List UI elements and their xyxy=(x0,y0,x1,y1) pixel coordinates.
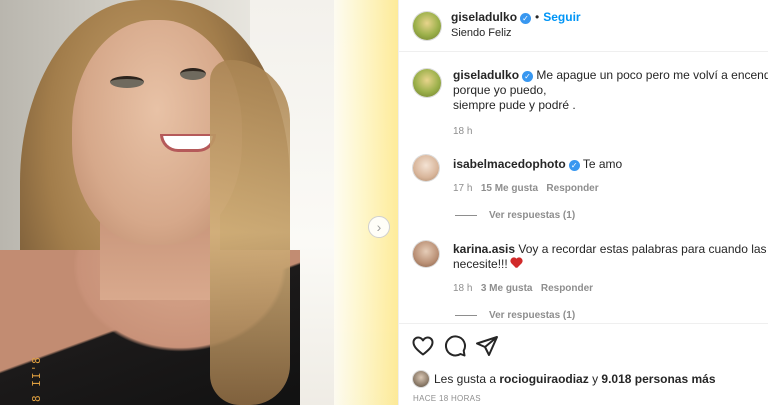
liker-avatar[interactable] xyxy=(413,371,429,387)
caption-time[interactable]: 18 h xyxy=(453,126,472,137)
comment-likes[interactable]: 15 Me gusta xyxy=(481,183,538,194)
view-replies-button[interactable]: Ver respuestas (1) xyxy=(455,310,575,321)
post-actions: Les gusta a rocioguiraodiaz y 9.018 pers… xyxy=(399,323,768,405)
liker-username[interactable]: rocioguiraodiaz xyxy=(499,372,588,386)
photo-light-frame xyxy=(334,0,398,405)
photo-hair-front xyxy=(210,60,290,405)
comment-avatar[interactable] xyxy=(413,241,439,267)
view-replies-label: Ver respuestas (1) xyxy=(489,310,576,321)
post-header: giseladulko ✓ • Seguir Siendo Feliz xyxy=(399,0,768,52)
likes-prefix: Les gusta a xyxy=(434,372,497,386)
comment-2-meta: 18 h 3 Me gusta Responder xyxy=(453,283,593,294)
post-photo[interactable]: 8 II'8 xyxy=(0,0,398,405)
post-time-ago[interactable]: HACE 18 HORAS xyxy=(413,394,481,403)
comment-username[interactable]: karina.asis xyxy=(453,242,515,256)
red-heart-emoji-icon xyxy=(510,258,522,269)
comment-text-line-2: necesite!!! xyxy=(453,257,508,271)
comment-avatar[interactable] xyxy=(413,155,439,181)
author-username[interactable]: giseladulko xyxy=(451,10,517,24)
verified-badge-icon: ✓ xyxy=(520,13,532,24)
caption: giseladulko ✓ Me apague un poco pero me v… xyxy=(453,68,768,113)
comment-likes[interactable]: 3 Me gusta xyxy=(481,283,533,294)
comment-1: isabelmacedophoto ✓ Te amo xyxy=(453,157,622,172)
reply-button[interactable]: Responder xyxy=(541,283,593,294)
comments-scroll-area[interactable]: giseladulko ✓ Me apague un poco pero me v… xyxy=(399,53,768,323)
view-replies-label: Ver respuestas (1) xyxy=(489,210,576,221)
likes-summary: Les gusta a rocioguiraodiaz y 9.018 pers… xyxy=(413,371,716,387)
comment-2: karina.asis Voy a recordar estas palabra… xyxy=(453,242,767,272)
author-row: giseladulko ✓ • Seguir xyxy=(451,10,581,24)
verified-badge-icon: ✓ xyxy=(568,160,580,171)
heart-outline-icon[interactable] xyxy=(411,334,435,358)
comment-icon[interactable] xyxy=(443,334,467,358)
post-side-panel: giseladulko ✓ • Seguir Siendo Feliz giselad… xyxy=(398,0,768,405)
photo-eye-right xyxy=(180,68,206,80)
comment-time[interactable]: 17 h xyxy=(453,183,472,194)
view-replies-button[interactable]: Ver respuestas (1) xyxy=(455,210,575,221)
caption-line-3: siempre pude y podré . xyxy=(453,98,576,112)
photo-eye-left xyxy=(110,76,144,88)
replies-divider xyxy=(455,315,477,316)
photo-date-stamp: 8 II'8 xyxy=(30,356,43,402)
caption-avatar[interactable] xyxy=(413,69,441,97)
comment-username[interactable]: isabelmacedophoto xyxy=(453,157,566,171)
likes-others-link[interactable]: 9.018 personas más xyxy=(601,372,715,386)
caption-line-1: Me apague un poco pero me volví a encend… xyxy=(536,68,768,82)
comment-text-line-1: Voy a recordar estas palabras para cuand… xyxy=(518,242,767,256)
share-icon[interactable] xyxy=(475,334,499,358)
comment-1-meta: 17 h 15 Me gusta Responder xyxy=(453,183,599,194)
post-location[interactable]: Siendo Feliz xyxy=(451,27,512,39)
likes-connector: y xyxy=(592,372,599,386)
replies-divider xyxy=(455,215,477,216)
caption-line-2: porque yo puedo, xyxy=(453,83,547,97)
caption-username[interactable]: giseladulko xyxy=(453,68,519,82)
chevron-right-icon[interactable]: › xyxy=(368,216,390,238)
comment-text: Te amo xyxy=(582,157,623,171)
author-avatar[interactable] xyxy=(413,12,441,40)
verified-badge-icon: ✓ xyxy=(522,71,534,82)
comment-time[interactable]: 18 h xyxy=(453,283,472,294)
separator-dot: • xyxy=(535,10,540,24)
instagram-post: 8 II'8 › giseladulko ✓ • Seguir Siendo Feli… xyxy=(0,0,768,405)
reply-button[interactable]: Responder xyxy=(546,183,598,194)
follow-button[interactable]: Seguir xyxy=(543,10,580,24)
